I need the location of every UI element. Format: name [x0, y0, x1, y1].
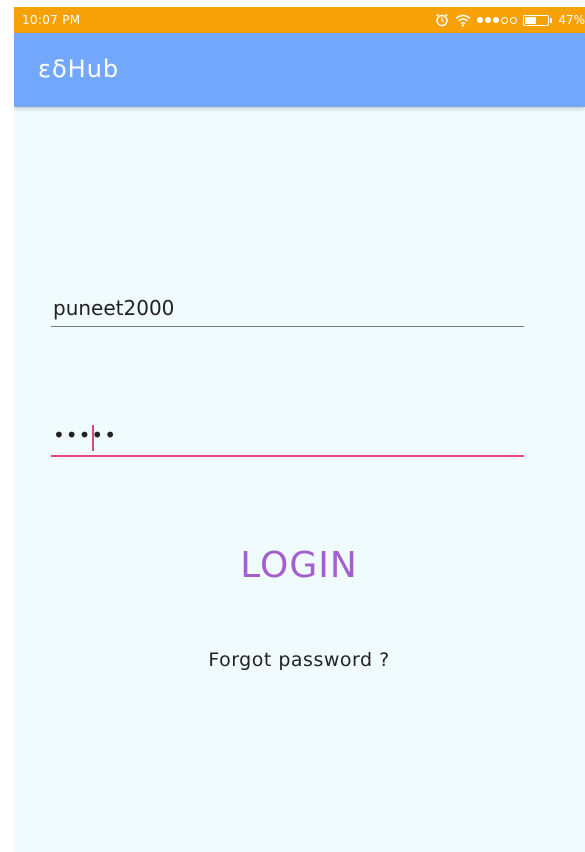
signal-icon — [477, 16, 518, 24]
username-field[interactable]: puneet2000 — [51, 292, 524, 327]
app-bar: εδHub — [14, 33, 585, 107]
status-bar: 10:07 PM 47% — [14, 7, 585, 33]
username-value: puneet2000 — [53, 296, 175, 320]
app-title: εδHub — [38, 55, 120, 83]
alarm-icon — [435, 13, 449, 27]
text-cursor — [92, 425, 94, 451]
battery-percent: 47% — [558, 13, 585, 27]
login-screen: 10:07 PM 47% εδHub puneet2000 ••••• LOGI… — [14, 7, 585, 852]
wifi-icon — [455, 14, 471, 27]
login-button[interactable]: LOGIN — [184, 545, 414, 599]
battery-icon — [523, 14, 550, 26]
forgot-password-link[interactable]: Forgot password ? — [164, 649, 434, 671]
password-value: ••••• — [53, 423, 117, 447]
status-icons: 47% — [435, 7, 585, 33]
battery-tip — [550, 17, 553, 23]
password-field[interactable]: ••••• — [51, 417, 524, 457]
status-time: 10:07 PM — [22, 13, 81, 27]
